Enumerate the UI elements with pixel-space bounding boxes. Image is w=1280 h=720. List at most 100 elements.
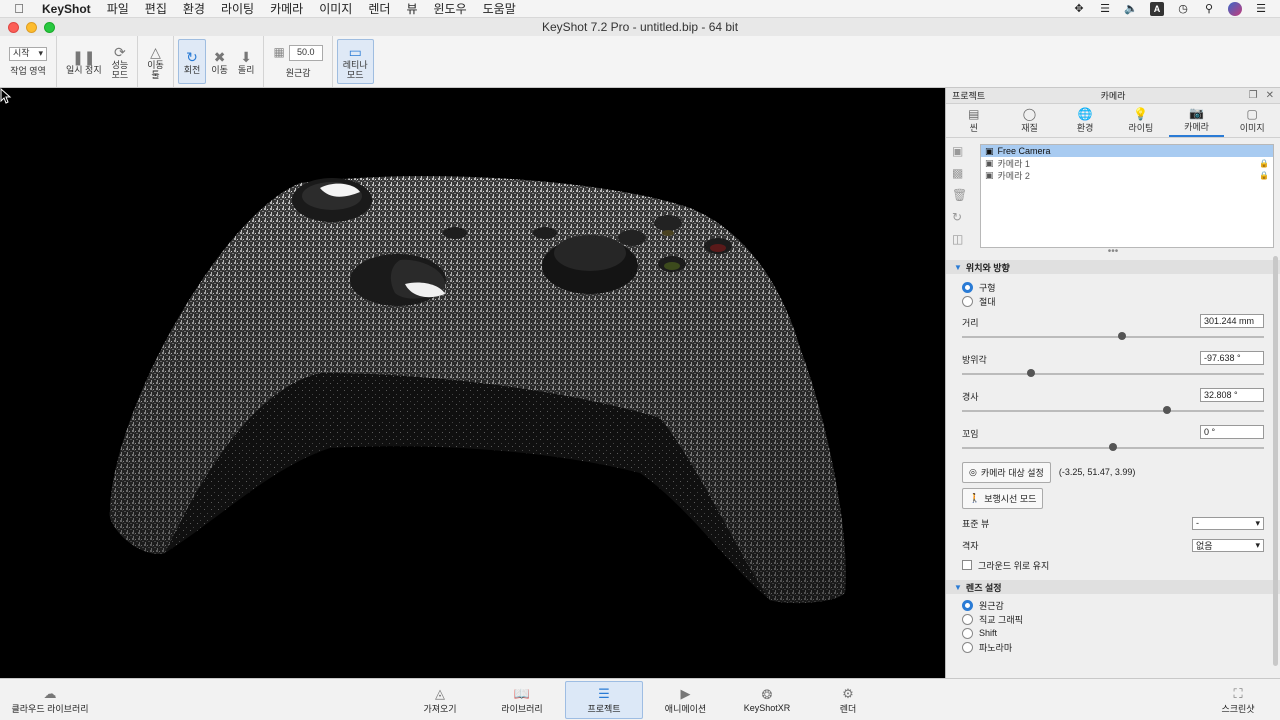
mode-spherical[interactable]: 구형 xyxy=(946,280,1280,294)
menu-file[interactable]: 파일 xyxy=(99,0,137,17)
cloud-library-button[interactable]: ☁ 클라우드 라이브러리 xyxy=(10,681,90,719)
tab-environment[interactable]: 🌐 환경 xyxy=(1057,104,1113,137)
realtime-viewport[interactable] xyxy=(0,88,945,678)
move-tool-button[interactable]: △ 이동 툴 xyxy=(142,36,169,87)
wifi-icon[interactable]: ☰ xyxy=(1098,2,1112,16)
lock-icon[interactable]: 🔒 xyxy=(1259,171,1269,180)
delete-camera-icon[interactable]: 🗑 xyxy=(952,188,967,202)
chevron-down-icon: ▾ xyxy=(1255,517,1260,528)
app-menu[interactable]: KeyShot xyxy=(38,2,99,16)
menu-edit[interactable]: 편집 xyxy=(137,0,175,17)
radio-button[interactable] xyxy=(962,295,973,307)
reset-camera-icon[interactable]: ↻ xyxy=(952,210,967,224)
tab-scene[interactable]: ▤ 씬 xyxy=(946,104,1002,137)
pause-button[interactable]: ❚❚ 일시 정지 xyxy=(61,36,107,87)
panel-scrollbar[interactable] xyxy=(1273,256,1278,666)
tab-lighting[interactable]: 💡 라이팅 xyxy=(1113,104,1169,137)
menu-environment[interactable]: 환경 xyxy=(175,0,213,17)
lens-shift[interactable]: Shift xyxy=(946,626,1280,640)
add-camera-icon[interactable]: ▣ xyxy=(952,144,967,158)
radio-button[interactable] xyxy=(962,641,973,653)
menu-render[interactable]: 렌더 xyxy=(360,0,398,17)
standard-view-select[interactable]: - ▾ xyxy=(1192,516,1264,530)
camera-list-item[interactable]: ▣ 카메라 2 🔒 xyxy=(981,169,1273,181)
maximize-window-button[interactable] xyxy=(44,22,55,33)
screenshot-icon: ⛶ xyxy=(1233,685,1243,701)
pan-button[interactable]: ✖ 이동 xyxy=(206,36,233,87)
import-button[interactable]: ◬ 가져오기 xyxy=(410,681,470,719)
rotate-icon: ↻ xyxy=(186,48,198,65)
library-button[interactable]: 📖 라이브러리 xyxy=(492,681,552,719)
position-section-header[interactable]: ▼ 위치와 방향 xyxy=(946,260,1280,274)
save-camera-icon[interactable]: ◫ xyxy=(952,232,967,246)
lens-orthographic[interactable]: 직교 그래픽 xyxy=(946,612,1280,626)
azimuth-slider-track[interactable] xyxy=(962,373,1264,375)
minimize-window-button[interactable] xyxy=(26,22,37,33)
menu-help[interactable]: 도움말 xyxy=(475,0,524,17)
menu-lighting[interactable]: 라이팅 xyxy=(213,0,262,17)
window-title: KeyShot 7.2 Pro - untitled.bip - 64 bit xyxy=(541,20,739,34)
radio-button[interactable] xyxy=(962,599,973,611)
azimuth-input[interactable]: -97.638 ° xyxy=(1200,351,1264,365)
rotate-button[interactable]: ↻ 회전 xyxy=(177,39,207,84)
detach-panel-icon[interactable]: ❐ xyxy=(1249,90,1258,101)
duplicate-camera-icon[interactable]: ▩ xyxy=(952,166,967,180)
animation-button[interactable]: ▶ 애니메이션 xyxy=(658,681,713,719)
keyshotxr-button[interactable]: ❂ KeyShotXR xyxy=(737,681,797,719)
camera-list-area: ▣ ▩ 🗑 ↻ ◫ ▣ Free Camera ▣ 카메라 1 🔒 ▣ 카메라 2 🔒 xyxy=(946,138,1280,248)
tab-camera[interactable]: 📷 카메라 xyxy=(1168,104,1225,137)
resize-handle[interactable]: ••• xyxy=(946,247,1280,260)
twist-input[interactable]: 0 ° xyxy=(1200,425,1264,439)
walk-mode-button[interactable]: 🚶 보행시선 모드 xyxy=(962,487,1044,509)
lens-section-header[interactable]: ▼ 렌즈 설정 xyxy=(946,580,1280,594)
close-window-button[interactable] xyxy=(8,22,19,33)
siri-icon[interactable] xyxy=(1228,1,1242,16)
fov-input[interactable]: 50.0 xyxy=(288,44,323,61)
apple-icon[interactable]:  xyxy=(0,1,38,16)
remote-desktop-icon[interactable]: ✥ xyxy=(1072,2,1086,16)
tab-image[interactable]: ▢ 이미지 xyxy=(1224,104,1280,137)
lock-icon[interactable]: 🔒 xyxy=(1259,159,1269,168)
project-button[interactable]: ☰ 프로젝트 xyxy=(565,681,643,719)
twist-slider-knob[interactable] xyxy=(1109,443,1117,451)
mode-absolute[interactable]: 절대 xyxy=(946,294,1280,308)
performance-mode-button[interactable]: ⟳ 성능 모드 xyxy=(107,36,134,87)
input-method-icon[interactable]: A xyxy=(1150,1,1164,16)
spotlight-search-icon[interactable]: ⚲ xyxy=(1202,2,1216,16)
close-panel-icon[interactable]: ✕ xyxy=(1266,90,1274,101)
azimuth-slider-knob[interactable] xyxy=(1027,369,1036,377)
notification-center-icon[interactable]: ☰ xyxy=(1254,2,1268,16)
volume-icon[interactable]: 🔈 xyxy=(1124,2,1138,16)
menu-camera[interactable]: 카메라 xyxy=(262,0,311,17)
lens-panorama[interactable]: 파노라마 xyxy=(946,640,1280,654)
retina-mode-button[interactable]: ▭ 레티나 모드 xyxy=(336,39,374,84)
inclination-slider-track[interactable] xyxy=(962,410,1264,412)
render-button[interactable]: ⚙ 렌더 xyxy=(828,681,868,719)
lens-perspective[interactable]: 원근감 xyxy=(946,598,1280,612)
tab-material[interactable]: ◯ 재질 xyxy=(1002,104,1058,137)
camera-list-item[interactable]: ▣ Free Camera xyxy=(981,145,1273,157)
dolly-button[interactable]: ⬇ 돌리 xyxy=(233,36,260,87)
screenshot-button[interactable]: ⛶ 스크린샷 xyxy=(1212,681,1264,719)
menu-view[interactable]: 뷰 xyxy=(398,0,425,17)
inclination-input[interactable]: 32.808 ° xyxy=(1200,388,1264,402)
inclination-slider-knob[interactable] xyxy=(1163,406,1172,414)
grid-select[interactable]: 없음 ▾ xyxy=(1192,538,1264,552)
keep-above-ground-row[interactable]: 그라운드 위로 유지 xyxy=(946,556,1280,574)
panel-tabs: ▤ 씬 ◯ 재질 🌐 환경 💡 라이팅 📷 카메라 ▢ 이미지 xyxy=(946,104,1280,138)
distance-input[interactable]: 301.244 mm xyxy=(1200,314,1264,328)
workspace-select[interactable]: 시작 ▾ xyxy=(9,46,47,61)
distance-slider-knob[interactable] xyxy=(1118,332,1127,340)
menu-window[interactable]: 윈도우 xyxy=(425,0,474,17)
keep-above-ground-checkbox[interactable] xyxy=(962,560,972,570)
clock-icon[interactable]: ◷ xyxy=(1176,2,1190,16)
radio-button[interactable] xyxy=(962,281,973,293)
radio-button[interactable] xyxy=(962,627,973,639)
radio-button[interactable] xyxy=(962,613,973,625)
camera-nav-group: ↻ 회전 ✖ 이동 ⬇ 돌리 xyxy=(174,36,265,87)
lightbulb-icon: 💡 xyxy=(1133,107,1149,121)
set-camera-target-button[interactable]: ◎ 카메라 대상 설정 xyxy=(962,461,1051,483)
camera-list-item[interactable]: ▣ 카메라 1 🔒 xyxy=(981,157,1273,169)
menu-image[interactable]: 이미지 xyxy=(311,0,360,17)
distance-slider-track[interactable] xyxy=(962,336,1264,338)
